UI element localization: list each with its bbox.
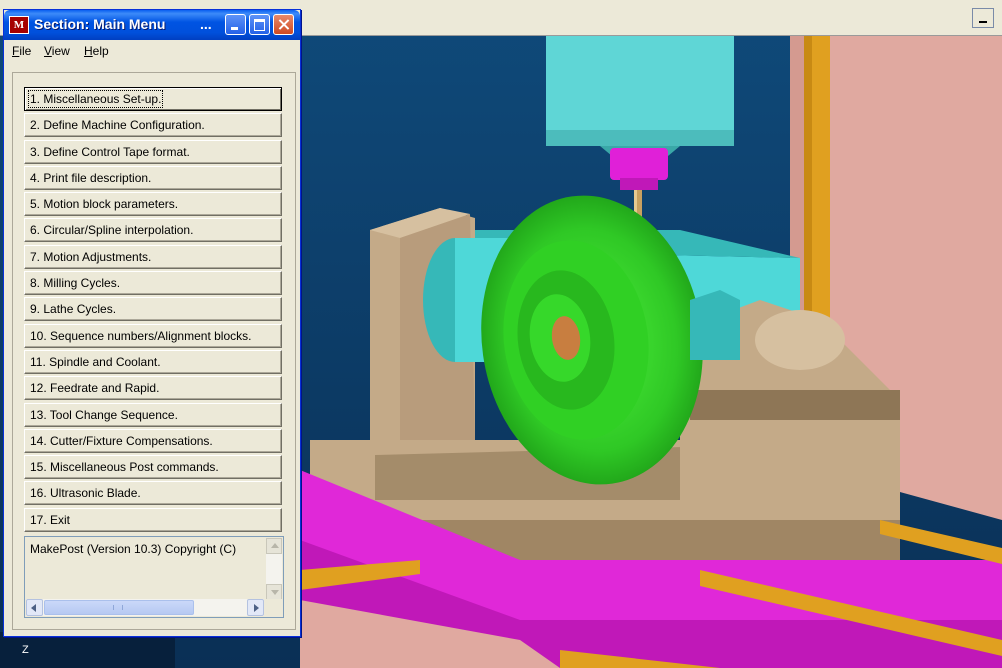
menubar: File View Help [4, 40, 300, 62]
main-menu-window[interactable]: M Section: Main Menu ... File View Help … [3, 9, 301, 637]
menu-help[interactable]: Help [84, 44, 109, 58]
version-info-box[interactable]: MakePost (Version 10.3) Copyright (C) [24, 536, 284, 618]
menu-btn-exit[interactable]: 17. Exit [24, 507, 282, 532]
scroll-down-arrow-icon[interactable] [266, 584, 282, 600]
menu-btn-label: 4. Print file description. [30, 170, 152, 185]
maximize-button[interactable] [249, 14, 270, 35]
menu-btn-motion-adjustments[interactable]: 7. Motion Adjustments. [24, 244, 282, 269]
menu-btn-label: 2. Define Machine Configuration. [30, 118, 205, 133]
menu-btn-label: 13. Tool Change Sequence. [30, 407, 178, 422]
viewport-minimize-button[interactable] [972, 8, 994, 28]
menu-btn-label: 17. Exit [30, 512, 71, 527]
menu-btn-tool-change[interactable]: 13. Tool Change Sequence. [24, 402, 282, 427]
axis-indicator-label: Z [22, 644, 29, 656]
horizontal-scroll-thumb[interactable] [44, 600, 194, 615]
menu-panel: 1. Miscellaneous Set-up. 2. Define Machi… [12, 72, 296, 630]
info-vertical-scrollbar[interactable] [266, 538, 282, 600]
menu-btn-label: 14. Cutter/Fixture Compensations. [30, 433, 213, 448]
menu-btn-label: 8. Milling Cycles. [30, 276, 121, 291]
info-horizontal-scrollbar[interactable] [26, 599, 264, 616]
scrollbar-corner [265, 599, 282, 616]
tool-holder [610, 148, 668, 180]
scroll-right-arrow-icon[interactable] [247, 599, 264, 616]
menu-btn-spindle-coolant[interactable]: 11. Spindle and Coolant. [24, 349, 282, 374]
menu-view[interactable]: View [44, 44, 70, 58]
menu-btn-label: 12. Feedrate and Rapid. [30, 381, 160, 396]
minimize-button[interactable] [225, 14, 246, 35]
app-icon[interactable]: M [9, 16, 29, 34]
menu-btn-label: 6. Circular/Spline interpolation. [30, 223, 194, 238]
menu-btn-machine-config[interactable]: 2. Define Machine Configuration. [24, 113, 282, 138]
menu-btn-print-file[interactable]: 4. Print file description. [24, 165, 282, 190]
menu-btn-label: 5. Motion block parameters. [30, 197, 179, 212]
scroll-left-arrow-icon[interactable] [26, 599, 43, 616]
version-info-text: MakePost (Version 10.3) Copyright (C) [30, 542, 237, 556]
window-titlebar[interactable]: M Section: Main Menu ... [4, 10, 300, 40]
menu-btn-label: 16. Ultrasonic Blade. [30, 486, 141, 501]
menu-btn-ultrasonic[interactable]: 16. Ultrasonic Blade. [24, 481, 282, 506]
menu-btn-misc-post[interactable]: 15. Miscellaneous Post commands. [24, 455, 282, 480]
menu-btn-cutter-fixture[interactable]: 14. Cutter/Fixture Compensations. [24, 428, 282, 453]
menu-btn-sequence-numbers[interactable]: 10. Sequence numbers/Alignment blocks. [24, 323, 282, 348]
window-title-overflow: ... [200, 16, 212, 32]
menu-btn-misc-setup[interactable]: 1. Miscellaneous Set-up. [24, 87, 282, 111]
menu-btn-label: 15. Miscellaneous Post commands. [30, 460, 219, 475]
menu-btn-label: 9. Lathe Cycles. [30, 302, 117, 317]
menu-file[interactable]: File [12, 44, 31, 58]
menu-button-list: 1. Miscellaneous Set-up. 2. Define Machi… [24, 87, 284, 534]
spindle-head [546, 36, 734, 146]
menu-btn-control-tape[interactable]: 3. Define Control Tape format. [24, 139, 282, 164]
menu-btn-circular-spline[interactable]: 6. Circular/Spline interpolation. [24, 218, 282, 243]
menu-btn-lathe-cycles[interactable]: 9. Lathe Cycles. [24, 297, 282, 322]
menu-btn-label: 7. Motion Adjustments. [30, 249, 152, 264]
menu-btn-label: 11. Spindle and Coolant. [30, 354, 161, 369]
menu-btn-label: 10. Sequence numbers/Alignment blocks. [30, 328, 252, 343]
menu-btn-motion-block[interactable]: 5. Motion block parameters. [24, 192, 282, 217]
menu-btn-milling-cycles[interactable]: 8. Milling Cycles. [24, 271, 282, 296]
menu-btn-feedrate-rapid[interactable]: 12. Feedrate and Rapid. [24, 376, 282, 401]
menu-btn-label: 1. Miscellaneous Set-up. [27, 90, 164, 108]
window-title: Section: Main Menu [34, 16, 166, 32]
menu-btn-label: 3. Define Control Tape format. [30, 144, 190, 159]
scroll-up-arrow-icon[interactable] [266, 538, 282, 554]
close-button[interactable] [273, 14, 294, 35]
